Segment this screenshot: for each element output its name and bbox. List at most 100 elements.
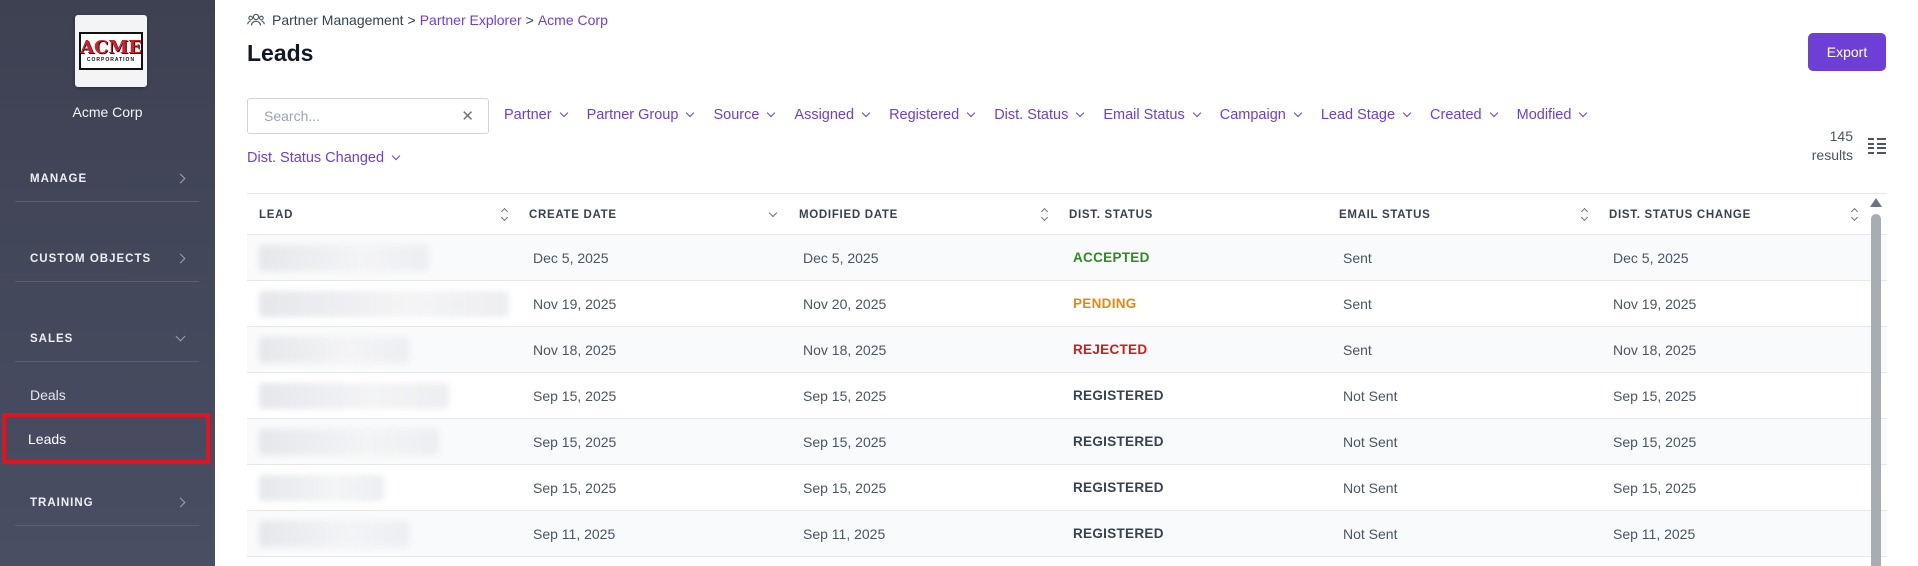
create-date-cell: Sep 15, 2025 xyxy=(533,433,617,450)
email-status-cell: Not Sent xyxy=(1343,479,1398,496)
filter-modified[interactable]: Modified xyxy=(1516,107,1588,123)
chevron-down-icon xyxy=(1402,108,1412,118)
dist-status-change-cell: Nov 18, 2025 xyxy=(1613,341,1697,358)
dist-status-change-cell: Sep 11, 2025 xyxy=(1613,525,1696,542)
filter-label: Partner xyxy=(504,107,552,123)
breadcrumb-acme-corp[interactable]: Acme Corp xyxy=(538,12,608,28)
sidebar-item-leads[interactable]: Leads xyxy=(2,413,210,464)
filter-source[interactable]: Source xyxy=(713,107,776,123)
scroll-up-arrow-icon[interactable] xyxy=(1870,198,1882,207)
dist-status-badge: REJECTED xyxy=(1073,342,1148,357)
email-status-cell: Not Sent xyxy=(1343,525,1398,542)
filter-assigned[interactable]: Assigned xyxy=(794,107,871,123)
results-count: 145 results xyxy=(1812,127,1853,165)
search-input[interactable] xyxy=(264,108,444,124)
list-view-icon[interactable] xyxy=(1868,138,1886,154)
dist-status-change-cell: Sep 15, 2025 xyxy=(1613,479,1697,496)
sidebar-section-training[interactable]: TRAINING xyxy=(15,480,199,526)
modified-date-cell: Sep 15, 2025 xyxy=(803,433,887,450)
scrollbar[interactable] xyxy=(1870,198,1882,566)
column-header-dist-status[interactable]: DIST. STATUS xyxy=(1057,194,1327,235)
filter-partner-group[interactable]: Partner Group xyxy=(586,107,695,123)
filter-partner[interactable]: Partner xyxy=(504,107,568,123)
filter-bar: Partner Partner Group Source Assigned Re… xyxy=(504,107,1588,123)
sidebar-section-custom-objects[interactable]: CUSTOM OBJECTS xyxy=(15,236,199,282)
create-date-cell: Dec 5, 2025 xyxy=(533,249,609,266)
dist-status-change-cell: Sep 15, 2025 xyxy=(1613,387,1697,404)
export-button[interactable]: Export xyxy=(1808,33,1886,71)
filter-label: Dist. Status xyxy=(994,107,1069,123)
table-row[interactable]: Sep 15, 2025 Sep 15, 2025 REGISTERED Not Se… xyxy=(247,465,1887,511)
chevron-down-icon xyxy=(966,108,976,118)
sidebar-item-deals[interactable]: Deals xyxy=(30,387,66,403)
email-status-cell: Sent xyxy=(1343,341,1372,358)
filter-label: Created xyxy=(1430,107,1482,123)
breadcrumb-partner-explorer[interactable]: Partner Explorer xyxy=(420,12,522,28)
breadcrumb-root[interactable]: Partner Management xyxy=(272,12,404,28)
table-row[interactable]: Nov 19, 2025 Nov 20, 2025 PENDING Sent Nov 1… xyxy=(247,281,1887,327)
column-label: DIST. STATUS CHANGE xyxy=(1609,208,1751,221)
table-row[interactable]: Sep 15, 2025 Sep 15, 2025 REGISTERED Not Se… xyxy=(247,373,1887,419)
column-header-lead[interactable]: LEAD xyxy=(247,194,517,235)
people-icon xyxy=(247,13,265,26)
company-name: Acme Corp xyxy=(72,104,143,120)
chevron-right-icon xyxy=(175,497,186,508)
filter-registered[interactable]: Registered xyxy=(889,107,976,123)
company-logo[interactable]: ACME CORPORATION xyxy=(75,15,147,87)
modified-date-cell: Nov 18, 2025 xyxy=(803,341,887,358)
lead-name-cell[interactable] xyxy=(247,281,517,326)
sidebar-item-label: Leads xyxy=(28,430,67,447)
lead-name-cell[interactable] xyxy=(247,511,517,556)
section-label: SALES xyxy=(30,332,74,345)
chevron-right-icon xyxy=(175,253,186,264)
table-row[interactable]: Nov 18, 2025 Nov 18, 2025 REJECTED Sent Nov … xyxy=(247,327,1887,373)
chevron-down-icon xyxy=(175,331,186,342)
email-status-cell: Not Sent xyxy=(1343,387,1398,404)
page-title: Leads xyxy=(247,40,314,66)
column-header-email-status[interactable]: EMAIL STATUS xyxy=(1327,194,1597,235)
lead-name-cell[interactable] xyxy=(247,419,517,464)
column-header-dist-status-change[interactable]: DIST. STATUS CHANGE xyxy=(1597,194,1867,235)
filter-label: Dist. Status Changed xyxy=(247,150,385,166)
redacted-lead-name xyxy=(259,244,429,271)
table-row[interactable]: Sep 11, 2025 Sep 11, 2025 REGISTERED Not Se… xyxy=(247,511,1887,557)
filter-label: Source xyxy=(713,107,760,123)
chevron-down-icon xyxy=(391,151,401,161)
filter-email-status[interactable]: Email Status xyxy=(1103,107,1201,123)
dist-status-badge: PENDING xyxy=(1073,296,1137,311)
create-date-cell: Sep 15, 2025 xyxy=(533,479,617,496)
search-box: ✕ xyxy=(247,98,489,134)
lead-name-cell[interactable] xyxy=(247,373,517,418)
chevron-down-icon xyxy=(1579,108,1588,118)
chevron-down-icon xyxy=(686,108,695,118)
filter-dist-status[interactable]: Dist. Status xyxy=(994,107,1085,123)
scrollbar-thumb[interactable] xyxy=(1871,214,1881,566)
email-status-cell: Sent xyxy=(1343,249,1372,266)
filter-campaign[interactable]: Campaign xyxy=(1220,107,1303,123)
column-header-create-date[interactable]: CREATE DATE xyxy=(517,194,787,235)
lead-name-cell[interactable] xyxy=(247,327,517,372)
filter-dist-status-changed[interactable]: Dist. Status Changed xyxy=(247,150,401,166)
filter-label: Partner Group xyxy=(586,107,679,123)
table-row[interactable]: Dec 5, 2025 Dec 5, 2025 ACCEPTED Sent Dec 5,… xyxy=(247,235,1887,281)
table-row[interactable]: Sep 15, 2025 Sep 15, 2025 REGISTERED Not Se… xyxy=(247,419,1887,465)
filter-label: Modified xyxy=(1516,107,1572,123)
email-status-cell: Sent xyxy=(1343,295,1372,312)
redacted-lead-name xyxy=(259,290,509,317)
column-header-modified-date[interactable]: MODIFIED DATE xyxy=(787,194,1057,235)
lead-name-cell[interactable] xyxy=(247,235,517,280)
sidebar-section-manage[interactable]: MANAGE xyxy=(15,156,199,202)
chevron-right-icon xyxy=(175,173,186,184)
chevron-down-icon xyxy=(1293,108,1303,118)
chevron-down-icon xyxy=(1192,108,1201,118)
section-label: CUSTOM OBJECTS xyxy=(30,252,152,265)
filter-lead-stage[interactable]: Lead Stage xyxy=(1320,107,1412,123)
lead-name-cell[interactable] xyxy=(247,465,517,510)
sidebar-section-sales[interactable]: SALES xyxy=(15,316,199,362)
filter-created[interactable]: Created xyxy=(1430,107,1498,123)
column-label: EMAIL STATUS xyxy=(1339,208,1431,221)
filter-label: Lead Stage xyxy=(1320,107,1396,123)
clear-search-icon[interactable]: ✕ xyxy=(461,107,474,125)
breadcrumb-separator: > xyxy=(407,12,416,28)
dist-status-badge: REGISTERED xyxy=(1073,434,1164,449)
